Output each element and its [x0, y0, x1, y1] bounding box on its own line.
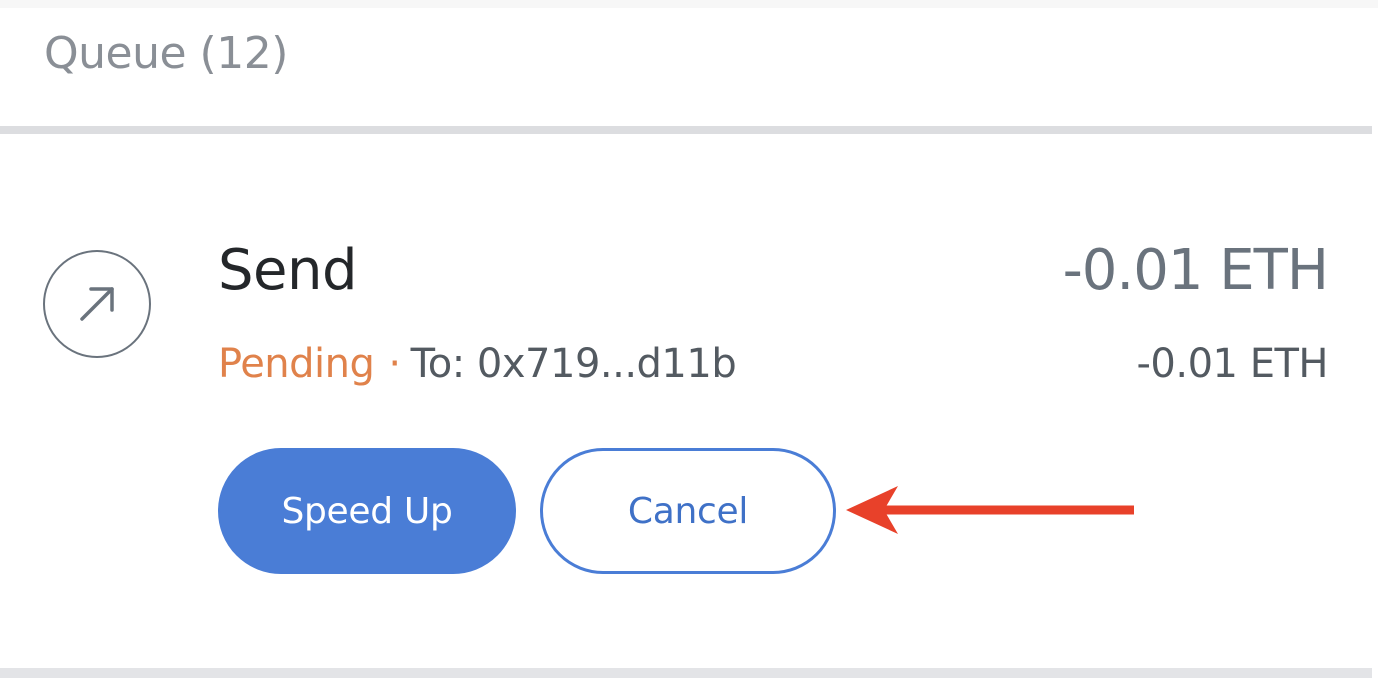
recipient-address: To: 0x719...d11b [410, 341, 737, 387]
queue-heading: Queue (12) [44, 28, 288, 79]
transaction-title: Send [218, 238, 358, 303]
status-separator: · [388, 341, 401, 387]
top-edge [0, 0, 1378, 8]
speed-up-button[interactable]: Speed Up [218, 448, 516, 574]
section-divider [0, 126, 1372, 134]
arrow-up-right-icon [43, 250, 151, 358]
cancel-button[interactable]: Cancel [540, 448, 836, 574]
transaction-amount: -0.01 ETH [1062, 238, 1329, 303]
section-divider-bottom [0, 668, 1372, 678]
transaction-amount-secondary: -0.01 ETH [1136, 341, 1329, 387]
status-pending: Pending [218, 341, 375, 387]
activity-panel: Queue (12) Send Pending · To: 0x719...d11b… [0, 0, 1378, 686]
pointer-arrow-icon [840, 480, 1140, 544]
transaction-status-line: Pending · To: 0x719...d11b [218, 341, 737, 387]
